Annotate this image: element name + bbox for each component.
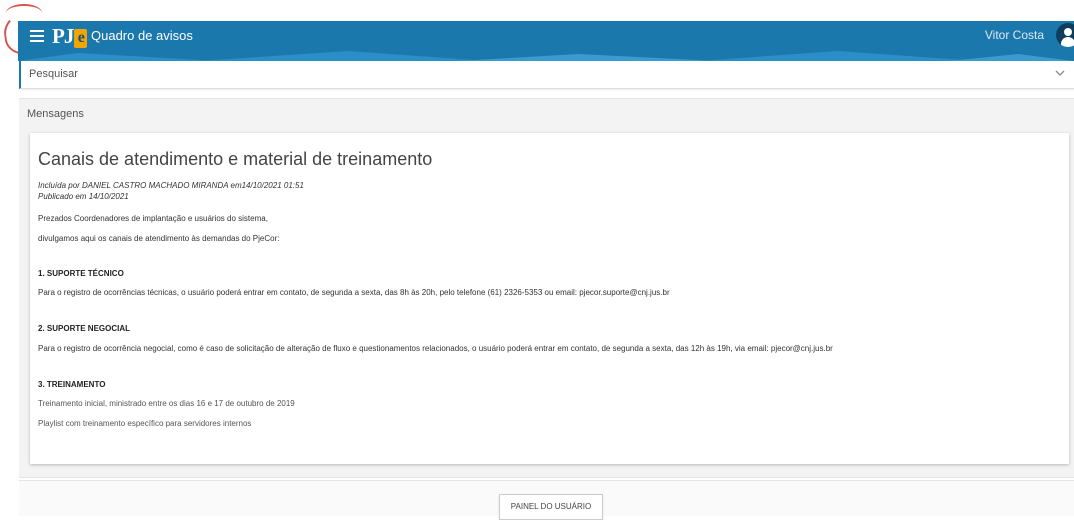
section-heading: 1. SUPORTE TÉCNICO xyxy=(38,269,124,278)
user-panel-button[interactable]: PAINEL DO USUÁRIO xyxy=(499,494,603,520)
training-link[interactable]: Playlist com treinamento específico para… xyxy=(38,419,251,428)
training-link[interactable]: Treinamento inicial, ministrado entre os… xyxy=(38,399,295,408)
section-text: Para o registro de ocorrências técnicas,… xyxy=(38,288,670,297)
header-wave-decoration xyxy=(18,51,1074,61)
page-title: Quadro de avisos xyxy=(91,28,193,43)
included-by: Incluída por DANIEL CASTRO MACHADO MIRAN… xyxy=(38,181,304,190)
footer-bar: PAINEL DO USUÁRIO xyxy=(19,480,1074,520)
pje-logo: PJ e xyxy=(52,24,88,49)
user-name[interactable]: Vitor Costa xyxy=(985,28,1044,42)
intro-line-1: Prezados Coordenadores de implantação e … xyxy=(38,214,268,223)
published-date: Publicado em 14/10/2021 xyxy=(38,192,129,201)
message-meta: Incluída por DANIEL CASTRO MACHADO MIRAN… xyxy=(38,180,304,202)
message-card: Canais de atendimento e material de trei… xyxy=(30,133,1069,464)
section-heading: 3. TREINAMENTO xyxy=(38,380,106,389)
search-label: Pesquisar xyxy=(29,68,78,80)
search-panel[interactable]: Pesquisar xyxy=(19,61,1074,89)
user-avatar-icon[interactable] xyxy=(1056,23,1074,47)
message-title: Canais de atendimento e material de trei… xyxy=(38,149,433,169)
top-bar: PJ e Quadro de avisos Vitor Costa xyxy=(18,21,1074,61)
messages-section: Mensagens Canais de atendimento e materi… xyxy=(19,98,1074,478)
intro-line-2: divulgamos aqui os canais de atendimento… xyxy=(38,234,280,243)
chevron-down-icon[interactable] xyxy=(1054,67,1066,79)
messages-heading: Mensagens xyxy=(27,108,84,120)
logo-text: PJ xyxy=(52,24,74,48)
menu-icon[interactable] xyxy=(27,26,47,46)
logo-e: e xyxy=(74,29,88,48)
section-text: Para o registro de ocorrência negocial, … xyxy=(38,344,833,353)
section-heading: 2. SUPORTE NEGOCIAL xyxy=(38,324,131,333)
